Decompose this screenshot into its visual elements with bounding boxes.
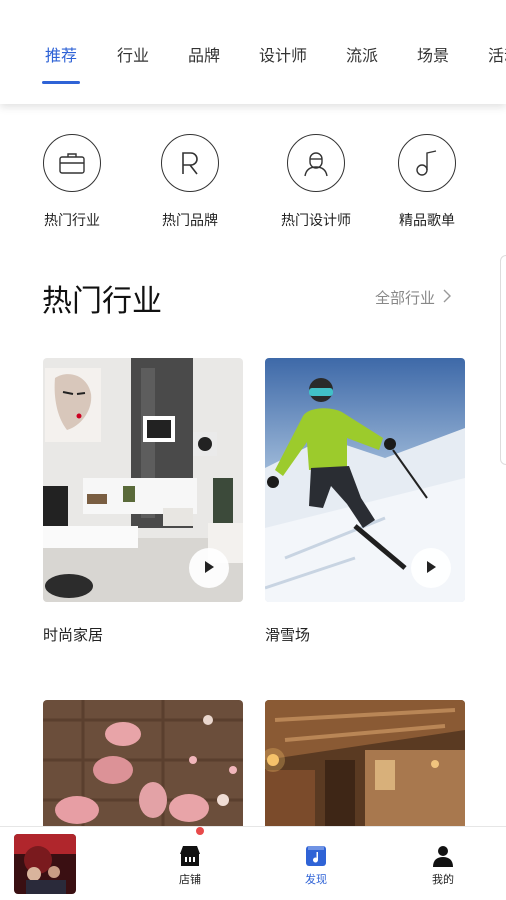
card-fashion-home[interactable]: 时尚家居: [43, 358, 243, 645]
side-scroll-handle[interactable]: [500, 255, 506, 465]
tab-brand[interactable]: 品牌: [188, 42, 220, 66]
tab-activity[interactable]: 活动: [488, 42, 506, 66]
music-note-icon: [398, 134, 456, 192]
tab-scene[interactable]: 场景: [417, 42, 449, 66]
category-hot-brand[interactable]: 热门品牌: [135, 130, 245, 230]
briefcase-icon: [43, 134, 101, 192]
designer-icon: [287, 134, 345, 192]
category-hot-designer[interactable]: 热门设计师: [261, 130, 371, 230]
user-icon: [403, 841, 483, 867]
category-label: 热门设计师: [281, 213, 351, 229]
category-label: 精品歌单: [399, 213, 455, 229]
nav-label: 发现: [305, 873, 327, 886]
play-button[interactable]: [189, 548, 229, 588]
store-icon: [150, 841, 230, 867]
card-title: 滑雪场: [265, 626, 311, 644]
chevron-right-icon: [443, 289, 452, 307]
top-tab-bar: 推荐 行业 品牌 设计师 流派 场景 活动: [0, 0, 506, 104]
active-tab-indicator: [42, 81, 80, 84]
tab-genre[interactable]: 流派: [346, 42, 378, 66]
nav-label: 店铺: [179, 873, 201, 886]
nav-label: 我的: [432, 873, 454, 886]
category-row: 热门行业 热门品牌 热门设计师 精品歌单: [0, 130, 506, 240]
view-all-industries-link[interactable]: 全部行业: [375, 287, 452, 308]
bottom-navigation: 店铺 发现 我的: [0, 826, 506, 900]
category-playlist[interactable]: 精品歌单: [372, 130, 482, 230]
category-label: 热门行业: [44, 213, 100, 229]
view-all-label: 全部行业: [375, 289, 436, 307]
play-icon: [425, 559, 437, 578]
nav-mine[interactable]: 我的: [403, 841, 483, 887]
play-button[interactable]: [411, 548, 451, 588]
play-icon: [203, 559, 215, 578]
category-hot-industry[interactable]: 热门行业: [17, 130, 127, 230]
notification-badge: [196, 827, 204, 835]
card-title: 时尚家居: [43, 626, 104, 644]
skier-photo: [265, 358, 465, 602]
section-title: 热门行业: [42, 284, 162, 319]
tab-industry[interactable]: 行业: [117, 42, 149, 66]
living-room-photo: [43, 358, 243, 602]
tab-designer[interactable]: 设计师: [259, 42, 307, 66]
discover-music-icon: [276, 841, 356, 867]
nav-store[interactable]: 店铺: [150, 827, 230, 887]
tab-recommend[interactable]: 推荐: [45, 42, 77, 66]
nav-discover[interactable]: 发现: [276, 841, 356, 887]
mini-player-cover[interactable]: [14, 834, 76, 894]
brand-r-icon: [161, 134, 219, 192]
category-label: 热门品牌: [162, 213, 218, 229]
card-ski-resort[interactable]: 滑雪场: [265, 358, 465, 645]
